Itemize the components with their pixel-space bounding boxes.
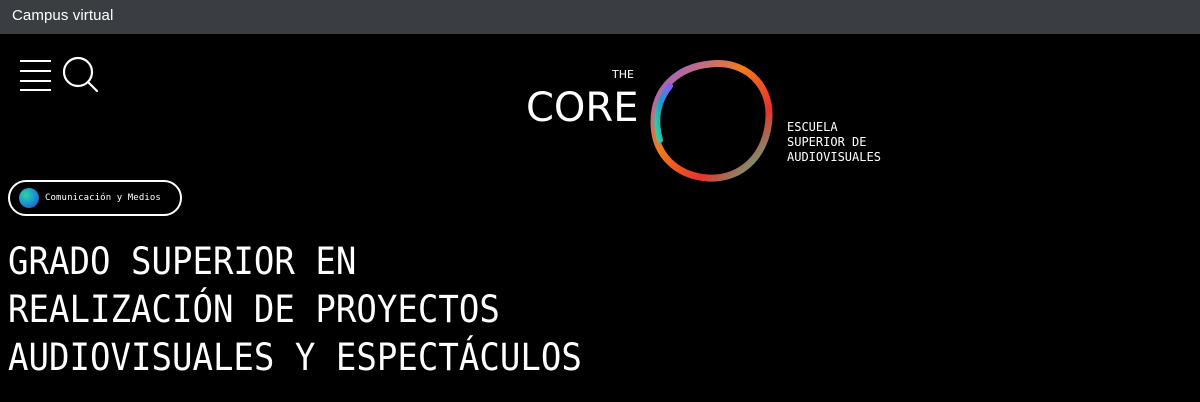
hamburger-menu-icon[interactable] [20, 58, 52, 92]
the-core-logo[interactable]: THE CORE ESCUELA SUPERIOR DE AUDIOVISUAL… [520, 56, 900, 186]
title-line-2: REALIZACIÓN DE PROYECTOS [8, 288, 500, 331]
logo-ring-icon [650, 60, 773, 182]
campus-virtual-link[interactable]: Campus virtual [12, 7, 113, 25]
logo-the-text: THE [611, 68, 634, 81]
logo-core-text: CORE [526, 85, 638, 131]
gradient-dot-icon [19, 188, 39, 208]
category-badge[interactable]: Comunicación y Medios [8, 180, 182, 216]
page-title: GRADO SUPERIOR EN REALIZACIÓN DE PROYECT… [8, 238, 582, 382]
search-icon[interactable] [62, 56, 100, 94]
category-label: Comunicación y Medios [45, 193, 161, 203]
title-line-1: GRADO SUPERIOR EN [8, 240, 357, 283]
logo-subtitle-line-3: AUDIOVISUALES [787, 150, 881, 164]
top-bar: Campus virtual [0, 0, 1200, 34]
logo-subtitle-line-1: ESCUELA [787, 120, 838, 134]
logo-subtitle-line-2: SUPERIOR DE [787, 135, 866, 149]
title-line-3: AUDIOVISUALES Y ESPECTÁCULOS [8, 336, 582, 379]
